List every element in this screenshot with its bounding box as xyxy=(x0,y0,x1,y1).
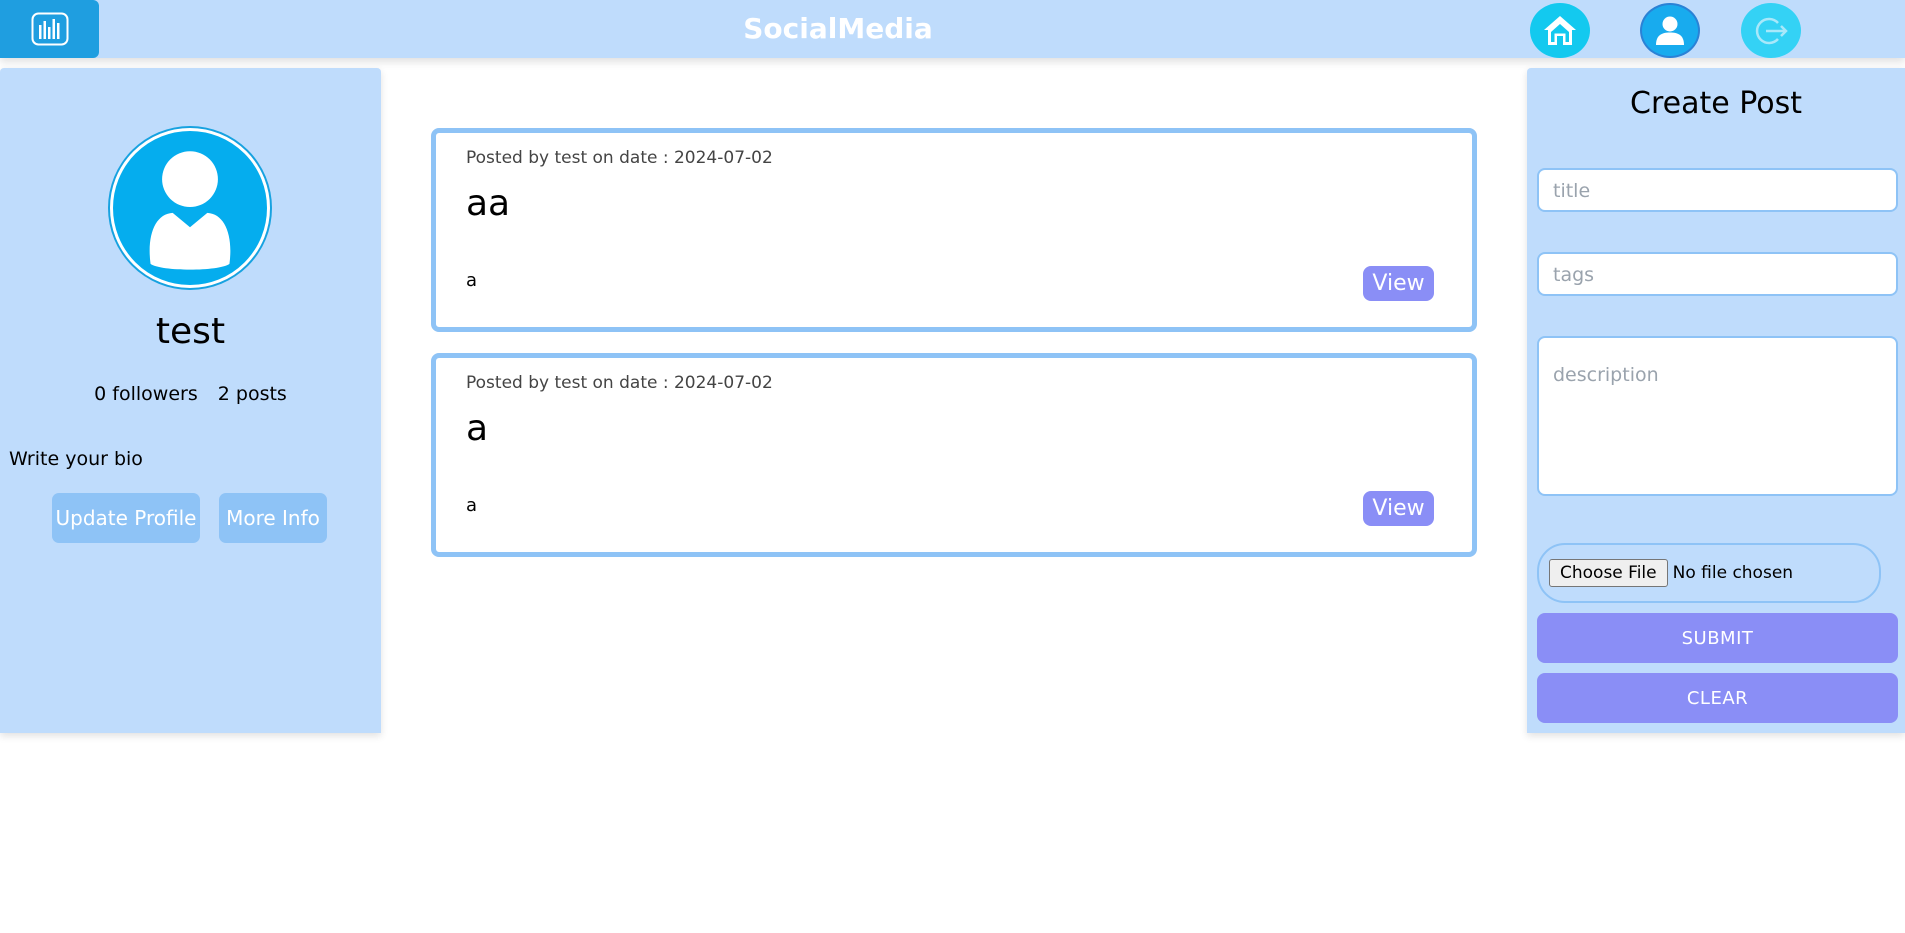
home-button[interactable] xyxy=(1530,3,1590,58)
logout-icon xyxy=(1755,17,1788,44)
profile-panel: test 0 followers 2 posts Write your bio … xyxy=(0,68,381,733)
avatar xyxy=(110,128,270,288)
profile-username: test xyxy=(155,311,226,352)
submit-button[interactable]: SUBMIT xyxy=(1537,613,1898,663)
post-card: Posted by test on date : 2024-07-02 aa a… xyxy=(431,128,1477,332)
create-post-panel: Create Post title tags description Choos… xyxy=(1527,68,1905,733)
post-title: a xyxy=(466,408,489,449)
user-avatar-icon xyxy=(149,151,231,270)
post-description: a xyxy=(466,270,478,291)
more-info-button[interactable]: More Info xyxy=(219,493,327,543)
profile-bio: Write your bio xyxy=(9,448,143,470)
update-profile-button[interactable]: Update Profile xyxy=(52,493,200,543)
user-icon xyxy=(1656,16,1684,45)
post-description: a xyxy=(466,495,478,516)
logout-button[interactable] xyxy=(1741,3,1801,58)
view-post-button[interactable]: View xyxy=(1363,491,1434,526)
post-meta: Posted by test on date : 2024-07-02 xyxy=(466,148,773,168)
profile-stats: 0 followers 2 posts xyxy=(0,383,381,405)
post-meta: Posted by test on date : 2024-07-02 xyxy=(466,373,773,393)
clear-button[interactable]: CLEAR xyxy=(1537,673,1898,723)
home-icon xyxy=(1544,15,1576,45)
choose-file-button[interactable]: Choose File xyxy=(1549,559,1668,587)
profile-button[interactable] xyxy=(1640,3,1700,58)
top-navbar: SocialMedia xyxy=(0,0,1905,58)
file-upload: Choose File No file chosen xyxy=(1537,543,1881,603)
view-post-button[interactable]: View xyxy=(1363,266,1434,301)
tags-input[interactable]: tags xyxy=(1537,252,1898,296)
app-title: SocialMedia xyxy=(743,12,933,45)
post-card: Posted by test on date : 2024-07-02 a a … xyxy=(431,353,1477,557)
file-status: No file chosen xyxy=(1672,563,1794,583)
post-title: aa xyxy=(466,183,511,224)
description-textarea[interactable]: description xyxy=(1537,336,1898,496)
create-post-heading: Create Post xyxy=(1630,86,1802,121)
title-input[interactable]: title xyxy=(1537,168,1898,212)
posts-count: 2 posts xyxy=(217,383,287,405)
followers-count[interactable]: 0 followers xyxy=(94,383,198,405)
